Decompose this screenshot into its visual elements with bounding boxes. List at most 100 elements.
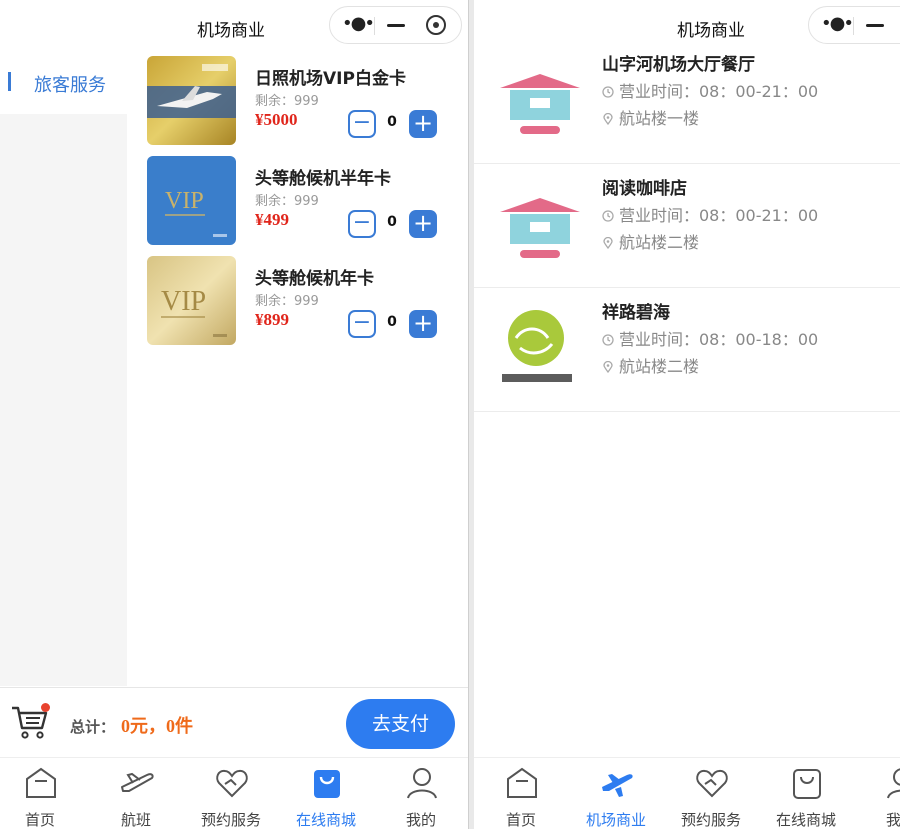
product-item[interactable]: 日照机场VIP白金卡 剩余：999 ¥5000 − 0 + <box>147 56 457 146</box>
product-item[interactable]: VIP 头等舱候机年卡 剩余：999 ¥899 − 0 + <box>147 256 457 346</box>
close-target-icon[interactable] <box>426 15 446 35</box>
page-title: 机场商业 <box>677 21 745 41</box>
shop-logo-restaurant <box>496 60 584 144</box>
product-name: 日照机场VIP白金卡 <box>255 69 406 89</box>
plane-icon <box>121 772 154 792</box>
decrease-button[interactable]: − <box>348 210 376 238</box>
tab-label: 在线商城 <box>295 811 356 829</box>
active-indicator <box>8 72 11 91</box>
shop-item[interactable]: 山字河机场大厅餐厅 营业时间：08：00-21：00 航站楼一楼 <box>474 40 900 164</box>
shop-hours: 营业时间：08：00-21：00 <box>602 202 818 226</box>
tab-booking[interactable]: 预约服务 <box>186 758 276 829</box>
cart-badge-dot <box>41 703 50 712</box>
capsule-divider <box>374 17 375 35</box>
tab-label: 我的 <box>405 811 436 829</box>
minimize-icon[interactable] <box>387 24 405 27</box>
tab-label: 预约服务 <box>680 811 741 829</box>
tab-airport-business[interactable]: 机场商业 <box>571 758 661 829</box>
more-icon[interactable]: •●• <box>821 15 854 33</box>
category-sidebar: 旅客服务 <box>0 52 127 686</box>
tab-mine[interactable]: 我的 <box>376 758 466 829</box>
page-title: 机场商业 <box>197 21 265 41</box>
clock-icon <box>602 86 614 98</box>
product-image-vip-gold: VIP <box>147 256 236 345</box>
shop-location: 航站楼二楼 <box>602 353 699 377</box>
heart-hand-icon <box>696 769 728 798</box>
shop-name: 阅读咖啡店 <box>602 179 687 199</box>
shop-name: 山字河机场大厅餐厅 <box>602 55 755 75</box>
tab-bar: 首页 航班 预约服务 在线商城 我的 <box>0 757 468 829</box>
heart-hand-icon <box>216 769 248 798</box>
shopping-bag-icon <box>793 769 821 799</box>
more-icon[interactable]: •●• <box>342 15 375 33</box>
increase-button[interactable]: + <box>409 310 437 338</box>
home-icon <box>26 767 56 798</box>
shopping-bag-icon <box>314 770 340 798</box>
product-name: 头等舱候机半年卡 <box>255 169 391 189</box>
shop-name: 祥路碧海 <box>602 303 670 323</box>
tab-shop[interactable]: 在线商城 <box>761 758 851 829</box>
svg-text:VIP: VIP <box>161 286 206 317</box>
quantity-value: 0 <box>387 214 397 230</box>
total-label: 总计： <box>70 718 116 736</box>
decrease-button[interactable]: − <box>348 310 376 338</box>
shop-logo-xianglu <box>496 308 584 392</box>
title-bar: 机场商业 •●• <box>0 0 468 52</box>
category-item-active[interactable]: 旅客服务 <box>0 52 127 114</box>
capsule-divider <box>853 17 854 35</box>
home-icon <box>507 767 537 798</box>
tab-booking[interactable]: 预约服务 <box>666 758 756 829</box>
shop-location: 航站楼二楼 <box>602 229 699 253</box>
total-value: 0元，0件 <box>121 716 193 736</box>
product-stock: 剩余：999 <box>255 94 319 109</box>
product-image-vip-platinum <box>147 56 236 145</box>
tab-label: 我的 <box>885 811 900 829</box>
location-pin-icon <box>603 113 613 125</box>
shop-location: 航站楼一楼 <box>602 105 699 129</box>
minimize-icon[interactable] <box>866 24 884 27</box>
shop-location-text: 航站楼一楼 <box>619 109 700 128</box>
tab-label: 在线商城 <box>775 811 836 829</box>
increase-button[interactable]: + <box>409 210 437 238</box>
shop-hours: 营业时间：08：00-21：00 <box>602 78 818 102</box>
tab-home[interactable]: 首页 <box>476 758 566 829</box>
tab-label: 首页 <box>24 811 55 829</box>
shop-hours-text: 营业时间：08：00-18：00 <box>619 330 819 349</box>
quantity-value: 0 <box>387 114 397 130</box>
product-price: ¥899 <box>255 310 289 329</box>
shop-item[interactable]: 阅读咖啡店 营业时间：08：00-21：00 航站楼二楼 <box>474 164 900 288</box>
tab-label: 航班 <box>120 811 151 829</box>
shop-item[interactable]: 祥路碧海 营业时间：08：00-18：00 航站楼二楼 <box>474 288 900 412</box>
decrease-button[interactable]: − <box>348 110 376 138</box>
mini-program-capsule: •●• <box>808 6 900 44</box>
clock-icon <box>602 210 614 222</box>
shop-hours: 营业时间：08：00-18：00 <box>602 326 818 350</box>
pay-button[interactable]: 去支付 <box>346 699 455 749</box>
product-stock: 剩余：999 <box>255 194 319 209</box>
product-price: ¥499 <box>255 210 289 229</box>
location-pin-icon <box>603 237 613 249</box>
tab-home[interactable]: 首页 <box>0 758 85 829</box>
mini-program-capsule: •●• <box>329 6 462 44</box>
plane-icon <box>602 774 633 797</box>
cart-bar: 总计： 0元，0件 去支付 <box>0 687 468 757</box>
tab-flight[interactable]: 航班 <box>91 758 181 829</box>
increase-button[interactable]: + <box>409 110 437 138</box>
product-price: ¥5000 <box>255 110 298 129</box>
clock-icon <box>602 334 614 346</box>
tab-shop[interactable]: 在线商城 <box>281 758 371 829</box>
user-icon <box>407 768 437 799</box>
product-name: 头等舱候机年卡 <box>255 269 374 289</box>
shop-hours-text: 营业时间：08：00-21：00 <box>619 82 819 101</box>
right-screen: 机场商业 •●• 山字河机场大厅餐厅 营业时间：08：00-21：00 航站楼一… <box>474 0 900 829</box>
tab-label: 预约服务 <box>200 811 261 829</box>
left-screen: 机场商业 •●• 旅客服务 日照机场VIP白金卡 剩余：999 ¥5000 − … <box>0 0 469 829</box>
shop-location-text: 航站楼二楼 <box>619 233 700 252</box>
tab-label: 首页 <box>505 811 536 829</box>
shop-location-text: 航站楼二楼 <box>619 357 700 376</box>
shop-hours-text: 营业时间：08：00-21：00 <box>619 206 819 225</box>
tab-mine[interactable]: 我的 <box>856 758 900 829</box>
product-stock: 剩余：999 <box>255 294 319 309</box>
product-item[interactable]: VIP 头等舱候机半年卡 剩余：999 ¥499 − 0 + <box>147 156 457 246</box>
quantity-value: 0 <box>387 314 397 330</box>
